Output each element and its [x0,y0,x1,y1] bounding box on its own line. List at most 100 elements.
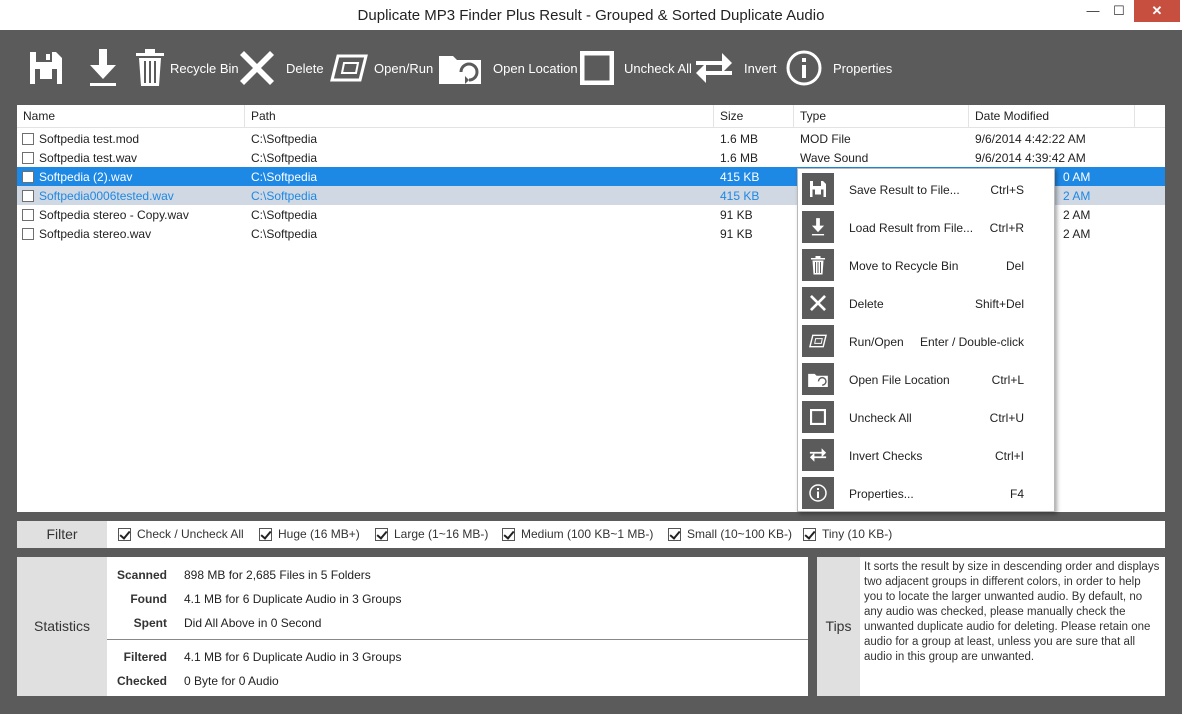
stat-spent: Did All Above in 0 Second [184,616,322,630]
maximize-button[interactable]: ☐ [1106,0,1132,22]
menu-item-invert-checks[interactable]: Invert Checks Ctrl+I [798,436,1054,474]
uncheck-all-button[interactable]: Uncheck All [580,48,692,88]
checkbox-checked[interactable] [375,527,388,541]
menu-item-shortcut: Enter / Double-click [919,335,1024,349]
menu-item-uncheck-all[interactable]: Uncheck All Ctrl+U [798,398,1054,436]
cell-date: 9/6/2014 4:39:42 AM [975,151,1086,165]
column-divider [713,105,714,128]
uncheck-all-label: Uncheck All [624,60,692,76]
stat-key-scanned: Scanned [116,568,167,582]
cell-date: 9/6/2014 4:42:22 AM [975,132,1086,146]
stat-key-spent: Spent [133,616,167,630]
menu-item-shortcut: F4 [1009,487,1024,501]
statistics-panel: Statistics Scanned 898 MB for 2,685 File… [17,557,808,696]
stat-found: 4.1 MB for 6 Duplicate Audio in 3 Groups [184,592,402,606]
statistics-label: Statistics [17,557,107,696]
filter-small[interactable]: Small (10~100 KB-) [668,527,792,541]
stat-checked: 0 Byte for 0 Audio [184,674,279,688]
menu-item-open-file-location[interactable]: Open File Location Ctrl+L [798,360,1054,398]
cell-size: 1.6 MB [720,151,759,165]
row-checkbox[interactable] [22,209,34,221]
square-icon [580,51,614,85]
column-path[interactable]: Path [251,109,276,123]
menu-item-run-open[interactable]: Run/Open Enter / Double-click [798,322,1054,360]
checkbox-checked[interactable] [502,527,515,541]
menu-item-move-to-recycle-bin[interactable]: Move to Recycle Bin Del [798,246,1054,284]
properties-label: Properties [833,60,893,76]
menu-item-shortcut: Ctrl+L [991,373,1024,387]
column-size[interactable]: Size [720,109,743,123]
menu-item-shortcut: Ctrl+U [989,411,1024,425]
table-row[interactable]: Softpedia test.mod C:\Softpedia 1.6 MB M… [17,129,1165,148]
menu-item-label: Uncheck All [849,411,912,425]
filter-option-label: Check / Uncheck All [137,527,244,541]
invert-label: Invert [744,60,777,76]
list-header: Name Path Size Type Date Modified [17,105,1165,128]
tips-label: Tips [817,557,860,696]
floppy-disk-icon [28,50,64,86]
menu-item-load-result[interactable]: Load Result from File... Ctrl+R [798,208,1054,246]
invert-button[interactable]: Invert [694,48,777,88]
cell-name: Softpedia test.wav [39,151,138,165]
column-divider [1134,105,1135,128]
checkbox-checked[interactable] [803,527,816,541]
stat-key-found: Found [130,592,167,606]
filter-medium[interactable]: Medium (100 KB~1 MB-) [502,527,653,541]
filter-option-label: Tiny (10 KB-) [822,527,893,541]
column-name[interactable]: Name [23,109,55,123]
menu-item-label: Delete [849,297,884,311]
close-button[interactable]: ✕ [1134,0,1180,22]
cell-path: C:\Softpedia [251,208,318,222]
delete-button[interactable]: Delete [240,48,324,88]
open-run-label: Open/Run [374,60,434,76]
open-run-button[interactable]: Open/Run [330,48,433,88]
properties-button[interactable]: Properties [786,48,892,88]
recycle-bin-label: Recycle Bin [170,60,239,76]
stat-filtered: 4.1 MB for 6 Duplicate Audio in 3 Groups [184,650,402,664]
menu-item-delete[interactable]: Delete Shift+Del [798,284,1054,322]
filter-huge[interactable]: Huge (16 MB+) [259,527,360,541]
cell-name: Softpedia0006tested.wav [39,189,174,203]
checkbox-checked[interactable] [259,527,272,541]
row-checkbox[interactable] [22,171,34,183]
menu-item-shortcut: Ctrl+S [990,183,1024,197]
row-checkbox[interactable] [22,228,34,240]
column-divider [793,105,794,128]
column-date-modified[interactable]: Date Modified [975,109,1049,123]
filter-large[interactable]: Large (1~16 MB-) [375,527,488,541]
cell-path: C:\Softpedia [251,170,318,184]
run-icon [802,325,834,357]
stat-key-checked: Checked [116,674,167,688]
table-row[interactable]: Softpedia test.wav C:\Softpedia 1.6 MB W… [17,148,1165,167]
filter-check-all[interactable]: Check / Uncheck All [118,527,244,541]
tips-text: It sorts the result by size in descendin… [864,561,1160,663]
recycle-bin-button[interactable]: Recycle Bin [136,48,239,88]
filter-tiny[interactable]: Tiny (10 KB-) [803,527,892,541]
column-divider [968,105,969,128]
delete-label: Delete [286,60,324,76]
checkbox-checked[interactable] [118,527,131,541]
cell-size: 91 KB [720,227,753,241]
open-location-label: Open Location [493,60,578,76]
row-checkbox[interactable] [22,152,34,164]
cell-type: Wave Sound [800,151,869,165]
menu-item-save-result[interactable]: Save Result to File... Ctrl+S [798,170,1054,208]
square-icon [802,401,834,433]
filter-label: Filter [17,521,107,548]
cell-size: 415 KB [720,170,760,184]
row-checkbox[interactable] [22,133,34,145]
cell-date: 2 AM [1063,227,1091,241]
cell-date: 0 AM [1063,170,1091,184]
load-result-button[interactable] [88,48,118,88]
save-result-button[interactable] [28,48,64,88]
checkbox-checked[interactable] [668,527,681,541]
row-checkbox[interactable] [22,190,34,202]
cell-date: 2 AM [1063,208,1091,222]
cell-path: C:\Softpedia [251,151,318,165]
open-location-button[interactable]: Open Location [439,48,578,88]
column-type[interactable]: Type [800,109,826,123]
stats-divider [107,639,808,640]
menu-item-label: Open File Location [849,373,950,387]
menu-item-properties[interactable]: Properties... F4 [798,474,1054,512]
minimize-button[interactable]: — [1080,0,1106,22]
